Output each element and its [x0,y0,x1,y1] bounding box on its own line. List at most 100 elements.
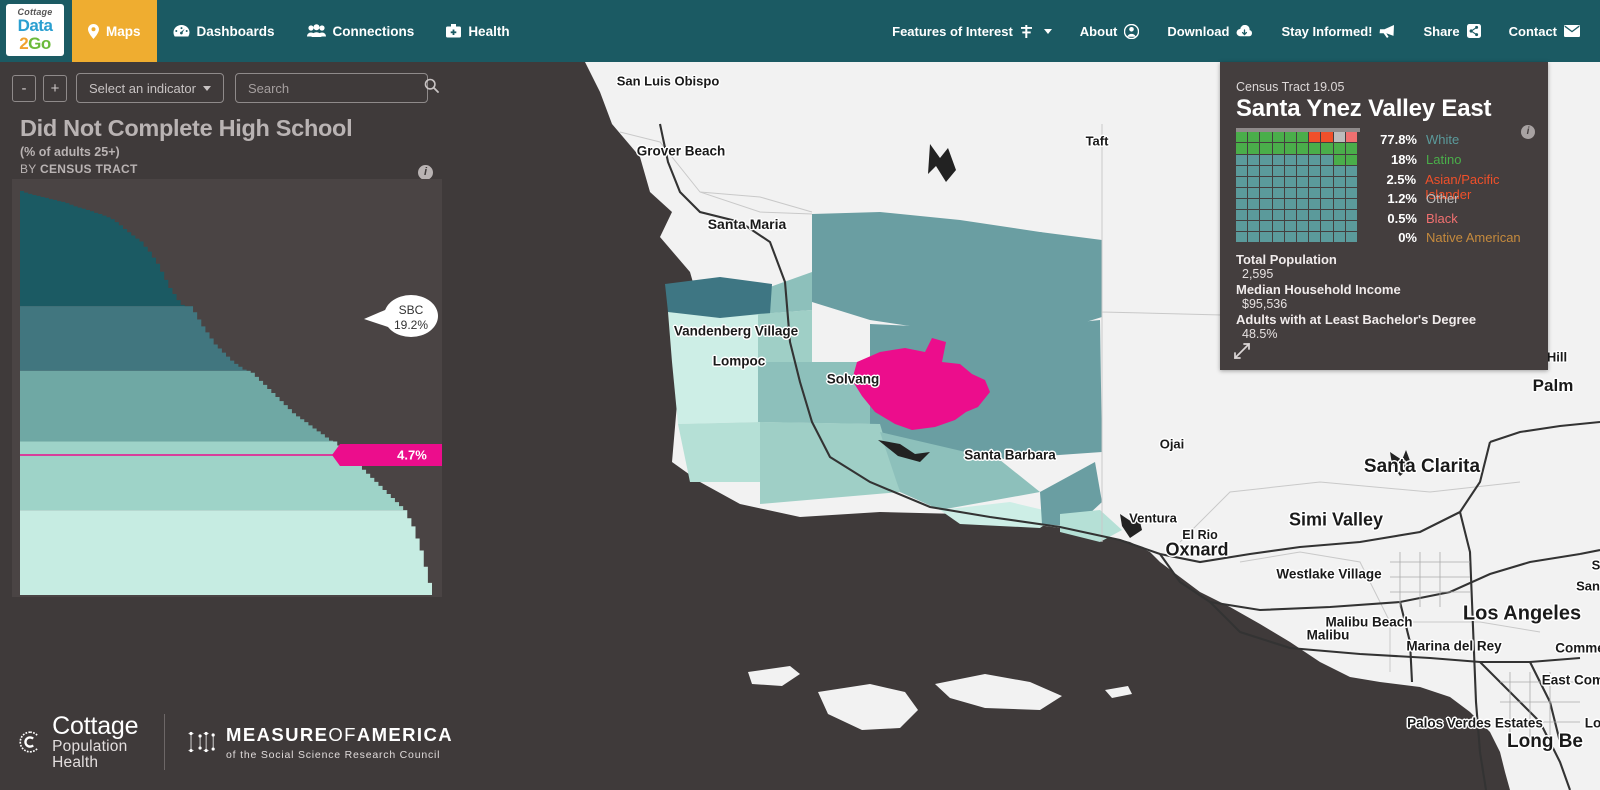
nav-item-features-of-interest[interactable]: Features of Interest [878,24,1066,39]
search-icon[interactable] [424,78,439,98]
waffle-cell [1272,154,1284,165]
indicator-select-dropdown[interactable]: Select an indicator [76,73,224,103]
waffle-cell [1248,210,1260,221]
cottage-logo-line1: Cottage [52,711,139,740]
distribution-chart[interactable]: 4.7% SBC 19.2% [12,179,442,597]
waffle-cell [1333,165,1345,176]
waffle-cell [1284,176,1296,187]
waffle-cell [1309,232,1321,243]
moa-line2: of the Social Science Research Council [226,748,441,761]
nav-label-maps: Maps [106,23,141,39]
nav-label-share: Share [1423,23,1460,39]
waffle-cell [1248,132,1260,143]
waffle-cell [1345,154,1357,165]
nav-label-features-of-interest: Features of Interest [892,23,1013,39]
waffle-cell [1345,176,1357,187]
waffle-cell [1236,176,1248,187]
waffle-cell [1284,132,1296,143]
waffle-cell [1236,154,1248,165]
nav-label-contact: Contact [1508,23,1557,39]
zoom-out-button[interactable]: - [12,74,36,102]
waffle-cell [1321,176,1333,187]
logo-data-text: Data [17,15,53,35]
zoom-in-button[interactable]: + [43,74,67,102]
waffle-cell [1309,143,1321,154]
nav-label-connections: Connections [332,23,415,39]
race-legend-label: Black [1426,210,1458,226]
waffle-cell [1272,132,1284,143]
cottage-health-logo-mark [19,731,38,753]
waffle-cell [1296,132,1309,143]
info-icon[interactable]: i [418,165,433,180]
nav-item-contact[interactable]: Contact [1495,24,1594,39]
waffle-cell [1333,221,1345,232]
nav-item-download[interactable]: Download [1153,24,1267,39]
waffle-cell [1345,187,1357,198]
race-legend-row: 18% Latino [1369,152,1547,172]
waffle-cell [1345,165,1357,176]
race-legend: 77.8% White 18% Latino 2.5% Asian/Pacific Isl… [1369,132,1547,250]
waffle-cell [1296,221,1309,232]
waffle-cell [1333,176,1345,187]
waffle-cell [1272,198,1284,210]
nav-item-share[interactable]: Share [1409,24,1494,39]
nav-item-dashboards[interactable]: Dashboards [157,0,291,62]
waffle-cell [1272,187,1284,198]
waffle-cell [1236,165,1248,176]
waffle-cell [1236,187,1248,198]
cottage-data2go-logo[interactable]: Cottage Data 2Go [6,4,64,56]
waffle-cell [1236,210,1248,221]
waffle-cell [1284,232,1296,243]
indicator-title-block: Did Not Complete High School (% of adult… [0,103,453,180]
stat-label: Adults with at Least Bachelor's Degree [1236,311,1477,327]
waffle-cell [1296,187,1309,198]
waffle-cell [1260,165,1272,176]
tract-info-popup[interactable]: Census Tract 19.05 Santa Ynez Valley Eas… [1220,62,1548,370]
race-legend-row: 77.8% White [1369,132,1547,152]
waffle-cell [1321,154,1333,165]
waffle-cell [1272,210,1284,221]
race-waffle-chart [1236,132,1359,250]
waffle-cell [1284,154,1296,165]
waffle-cell [1333,232,1345,243]
map-controls-row: - + Select an indicator [0,62,453,103]
nav-item-maps[interactable]: Maps [72,0,157,62]
popup-statistics: Total Population 2,595 Median Household In… [1220,250,1548,341]
tract-polygon [758,310,812,364]
waffle-cell [1272,221,1284,232]
moa-line1-b: OF [328,723,357,745]
indicator-grouping: BY CENSUS TRACT [20,162,439,176]
waffle-cell [1284,221,1296,232]
waffle-cell [1236,232,1248,243]
chevron-down-icon [1043,28,1052,34]
waffle-cell [1309,165,1321,176]
nav-label-health: Health [468,23,510,39]
waffle-cell [1321,198,1333,210]
nav-item-connections[interactable]: Connections [291,0,431,62]
footer-logo-bar: Cottage Population Health MEASUREOFAMERI… [0,694,453,790]
waffle-cell [1272,165,1284,176]
nav-item-stay-informed[interactable]: Stay Informed! [1267,24,1409,39]
waffle-cell [1260,210,1272,221]
search-box[interactable] [234,73,439,103]
nav-item-health[interactable]: Health [430,0,525,62]
primary-nav-group: Maps Dashboards Connections Health [72,0,526,62]
tract-polygon [672,362,758,424]
app-root: Cottage Data 2Go Maps Dashboards Connect… [0,0,1600,790]
nav-item-about[interactable]: About [1066,23,1154,39]
sbc-callout[interactable]: SBC19.2% [364,295,438,337]
waffle-cell [1321,132,1333,143]
popup-tract-name: Santa Ynez Valley East [1236,95,1492,122]
envelope-icon [1564,25,1580,37]
logo-go-text: Go [28,33,51,53]
waffle-cell [1260,176,1272,187]
waffle-cell [1296,232,1309,243]
waffle-cell [1236,221,1248,232]
race-legend-label: Other [1426,191,1459,207]
search-input[interactable] [247,80,424,96]
waffle-cell [1296,198,1309,210]
expand-arrows-icon[interactable] [1233,342,1251,360]
stat-value: 2,595 [1242,266,1274,281]
race-legend-percent: 18% [1390,151,1417,167]
waffle-cell [1284,210,1296,221]
